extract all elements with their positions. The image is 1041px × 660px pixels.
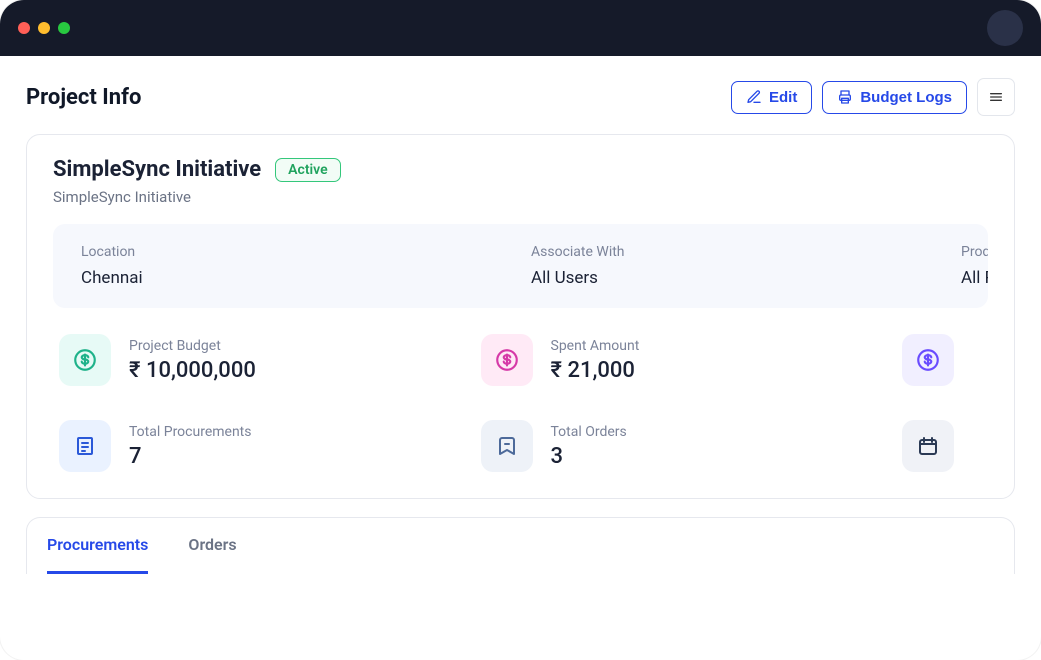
dollar-icon: [59, 334, 111, 386]
meta-products: Products All Products: [961, 244, 988, 288]
page-title: Project Info: [26, 85, 141, 110]
meta-associate-value: All Users: [531, 268, 901, 288]
meta-associate: Associate With All Users: [531, 244, 901, 288]
meta-products-label: Products: [961, 244, 988, 260]
meta-associate-label: Associate With: [531, 244, 901, 260]
stat-budget-label: Project Budget: [129, 338, 256, 354]
stat-budget-value: ₹ 10,000,000: [129, 358, 256, 383]
budget-logs-button[interactable]: Budget Logs: [822, 81, 967, 114]
minimize-window-icon[interactable]: [38, 22, 50, 34]
header-actions: Edit Budget Logs: [731, 78, 1015, 116]
stat-spent-label: Spent Amount: [551, 338, 640, 354]
stat-orders-value: 3: [551, 444, 627, 469]
project-head: SimpleSync Initiative Active: [53, 157, 988, 182]
dollar-icon: [481, 334, 533, 386]
stat-procurements-value: 7: [129, 444, 251, 469]
edit-button[interactable]: Edit: [731, 81, 812, 114]
menu-icon: [988, 89, 1004, 105]
close-window-icon[interactable]: [18, 22, 30, 34]
stat-extra-2: [902, 420, 982, 472]
app-window: Project Info Edit Budget Logs: [0, 0, 1041, 660]
meta-bar: Location Chennai Associate With All User…: [53, 224, 988, 308]
stats-grid: Project Budget ₹ 10,000,000 Spent Amount…: [53, 334, 988, 472]
tabs-card: Procurements Orders: [26, 517, 1015, 574]
stat-procurements-label: Total Procurements: [129, 424, 251, 440]
stat-project-budget: Project Budget ₹ 10,000,000: [59, 334, 453, 386]
stat-orders-label: Total Orders: [551, 424, 627, 440]
page-content: Project Info Edit Budget Logs: [0, 56, 1041, 660]
stat-spent-value: ₹ 21,000: [551, 358, 640, 383]
more-menu-button[interactable]: [977, 78, 1015, 116]
dollar-icon: [902, 334, 954, 386]
titlebar: [0, 0, 1041, 56]
meta-location-value: Chennai: [81, 268, 471, 288]
status-badge: Active: [275, 158, 340, 182]
printer-icon: [837, 89, 853, 105]
document-icon: [59, 420, 111, 472]
stat-total-orders: Total Orders 3: [481, 420, 875, 472]
project-name: SimpleSync Initiative: [53, 157, 261, 182]
calendar-icon: [902, 420, 954, 472]
window-controls: [18, 22, 70, 34]
maximize-window-icon[interactable]: [58, 22, 70, 34]
stat-extra-1: [902, 334, 982, 386]
tabs: Procurements Orders: [47, 518, 994, 574]
meta-location-label: Location: [81, 244, 471, 260]
page-header: Project Info Edit Budget Logs: [26, 78, 1015, 116]
pencil-icon: [746, 89, 762, 105]
stat-total-procurements: Total Procurements 7: [59, 420, 453, 472]
tab-orders[interactable]: Orders: [188, 518, 236, 574]
project-card: SimpleSync Initiative Active SimpleSync …: [26, 134, 1015, 499]
tab-procurements[interactable]: Procurements: [47, 518, 148, 574]
meta-products-value: All Products: [961, 268, 988, 288]
bookmark-icon: [481, 420, 533, 472]
stat-spent-amount: Spent Amount ₹ 21,000: [481, 334, 875, 386]
avatar[interactable]: [987, 10, 1023, 46]
edit-button-label: Edit: [769, 89, 797, 106]
meta-location: Location Chennai: [81, 244, 471, 288]
budget-logs-button-label: Budget Logs: [860, 89, 952, 106]
project-subtitle: SimpleSync Initiative: [53, 188, 988, 206]
